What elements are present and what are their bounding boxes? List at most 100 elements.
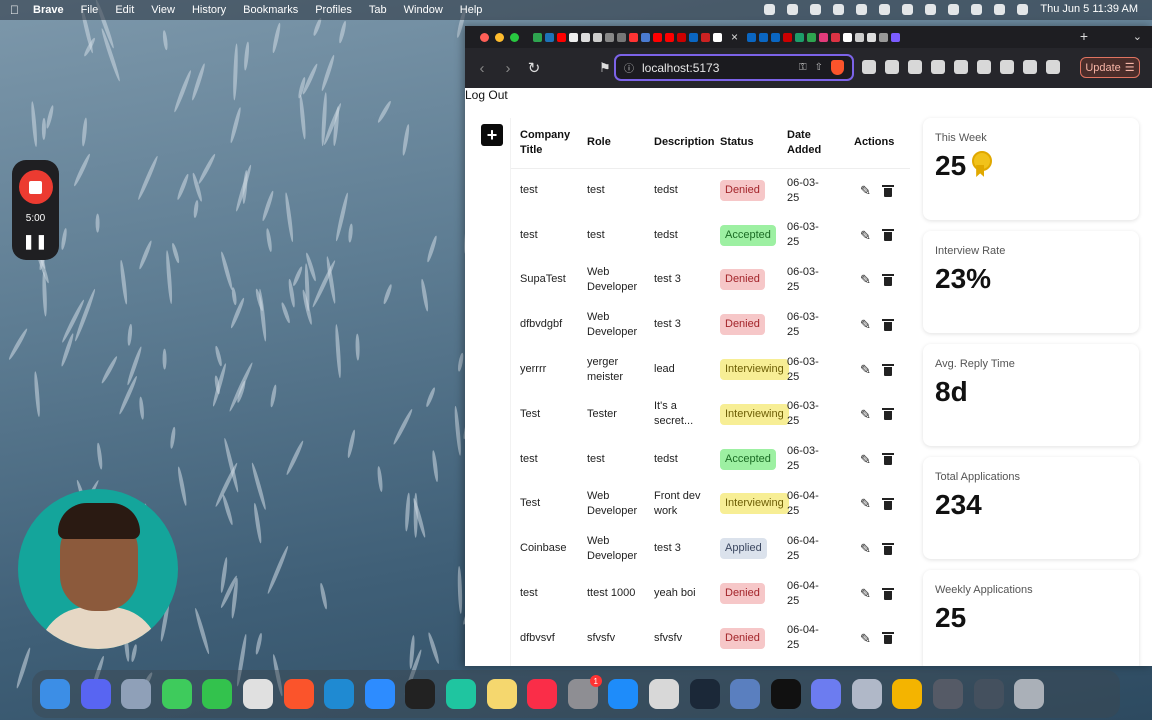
app-icon[interactable] (445, 679, 476, 709)
zoom-status-icon[interactable] (787, 3, 799, 15)
extension-icon[interactable] (862, 60, 876, 74)
edit-icon[interactable]: ✎ (860, 631, 871, 646)
extension-icon[interactable] (954, 60, 968, 74)
menu-app-name[interactable]: Brave (33, 4, 64, 16)
status-badge[interactable]: Accepted (720, 224, 776, 246)
music-icon[interactable] (527, 679, 558, 709)
status-badge[interactable]: Interviewing (720, 359, 789, 381)
tab-favicon-icon[interactable] (831, 32, 841, 42)
delete-icon[interactable] (881, 453, 894, 466)
edit-icon[interactable]: ✎ (860, 496, 871, 511)
launchpad-icon[interactable] (121, 679, 152, 709)
share-icon[interactable]: ⇧ (815, 62, 823, 73)
edit-icon[interactable]: ✎ (860, 317, 871, 332)
control-center-icon[interactable] (1017, 3, 1029, 15)
address-bar[interactable]: ⓘ localhost:5173 ⚿ ⇧ (614, 54, 854, 81)
tab-favicon-icon[interactable] (581, 32, 590, 42)
zoom-icon[interactable] (364, 679, 395, 709)
status-badge[interactable]: Interviewing (720, 493, 789, 515)
tab-favicon-icon[interactable] (891, 32, 901, 42)
brave-icon[interactable] (283, 679, 314, 709)
status-badge[interactable]: Interviewing (720, 403, 789, 425)
menu-tab[interactable]: Tab (369, 4, 387, 16)
tab-favicon-icon[interactable] (569, 32, 578, 42)
window-maximize-button[interactable] (510, 32, 519, 42)
tab-favicon-icon[interactable] (653, 32, 662, 42)
status-badge[interactable]: Denied (720, 269, 765, 291)
edit-icon[interactable]: ✎ (860, 272, 871, 287)
window-minimize-button[interactable] (495, 32, 504, 42)
tab-favicon-icon[interactable] (533, 32, 542, 42)
menu-profiles[interactable]: Profiles (315, 4, 352, 16)
tab-favicon-icon[interactable] (747, 32, 757, 42)
tab-favicon-icon[interactable] (807, 32, 817, 42)
tab-favicon-icon[interactable] (759, 32, 769, 42)
tab-favicon-icon[interactable] (557, 32, 566, 42)
brave-shields-icon[interactable] (831, 60, 844, 75)
edit-icon[interactable]: ✎ (860, 541, 871, 556)
chrome-icon[interactable] (892, 679, 923, 709)
delete-icon[interactable] (881, 408, 894, 421)
extension-icon[interactable] (931, 60, 945, 74)
play-icon[interactable] (925, 3, 937, 15)
status-badge[interactable]: Denied (720, 583, 765, 605)
update-button[interactable]: Update ☰ (1080, 57, 1140, 78)
discord-icon[interactable] (80, 679, 111, 709)
status-badge[interactable]: Denied (720, 180, 765, 202)
steam-icon[interactable] (689, 679, 720, 709)
app-icon[interactable] (648, 679, 679, 709)
delete-icon[interactable] (881, 632, 894, 645)
extension-icon[interactable] (1023, 60, 1037, 74)
extension-icon[interactable] (908, 60, 922, 74)
facetime-icon[interactable] (202, 679, 233, 709)
apple-icon[interactable]:  (10, 3, 19, 17)
tab-favicon-icon[interactable] (795, 32, 805, 42)
terminal-icon[interactable] (405, 679, 436, 709)
delete-icon[interactable] (881, 273, 894, 286)
headphones-icon[interactable] (902, 3, 914, 15)
display-icon[interactable] (833, 3, 845, 15)
app-icon[interactable] (933, 679, 964, 709)
tab-favicon-icon[interactable] (545, 32, 554, 42)
tab-favicon-icon[interactable] (629, 32, 638, 42)
logout-button[interactable]: Log Out (465, 88, 508, 102)
menu-file[interactable]: File (81, 4, 99, 16)
edit-icon[interactable]: ✎ (860, 407, 871, 422)
status-badge[interactable]: Denied (720, 627, 765, 649)
forward-icon[interactable]: › (501, 60, 515, 77)
tab-favicon-icon[interactable] (867, 32, 877, 42)
delete-icon[interactable] (881, 542, 894, 555)
delete-icon[interactable] (881, 363, 894, 376)
menu-window[interactable]: Window (404, 4, 443, 16)
spotlight-icon[interactable] (994, 3, 1006, 15)
close-tab-icon[interactable]: × (731, 30, 738, 44)
webcam-bubble[interactable] (18, 489, 178, 649)
tab-favicon-icon[interactable] (855, 32, 865, 42)
site-info-icon[interactable]: ⓘ (624, 60, 634, 75)
stop-recording-button[interactable] (18, 170, 53, 205)
app-icon[interactable] (851, 679, 882, 709)
finder-icon[interactable] (40, 679, 70, 709)
edit-icon[interactable]: ✎ (860, 586, 871, 601)
tab-favicon-icon[interactable] (677, 32, 686, 42)
menu-view[interactable]: View (151, 4, 175, 16)
edit-icon[interactable]: ✎ (860, 183, 871, 198)
delete-icon[interactable] (881, 497, 894, 510)
vscode-icon[interactable] (324, 679, 355, 709)
pause-icon[interactable]: ❚❚ (23, 233, 48, 250)
app-icon[interactable] (770, 679, 801, 709)
edit-icon[interactable]: ✎ (860, 228, 871, 243)
tab-favicon-icon[interactable] (819, 32, 829, 42)
back-icon[interactable]: ‹ (475, 60, 489, 77)
app-icon[interactable] (811, 679, 842, 709)
tab-favicon-icon[interactable] (843, 32, 853, 42)
delete-icon[interactable] (881, 184, 894, 197)
extension-icon[interactable] (885, 60, 899, 74)
window-close-button[interactable] (480, 32, 489, 42)
tab-favicon-icon[interactable] (641, 32, 650, 42)
tab-favicon-icon[interactable] (879, 32, 889, 42)
tab-favicon-icon[interactable] (783, 32, 793, 42)
tab-list-chevron-icon[interactable]: ⌄ (1133, 30, 1142, 43)
battery-icon[interactable] (948, 3, 960, 15)
menu-history[interactable]: History (192, 4, 226, 16)
